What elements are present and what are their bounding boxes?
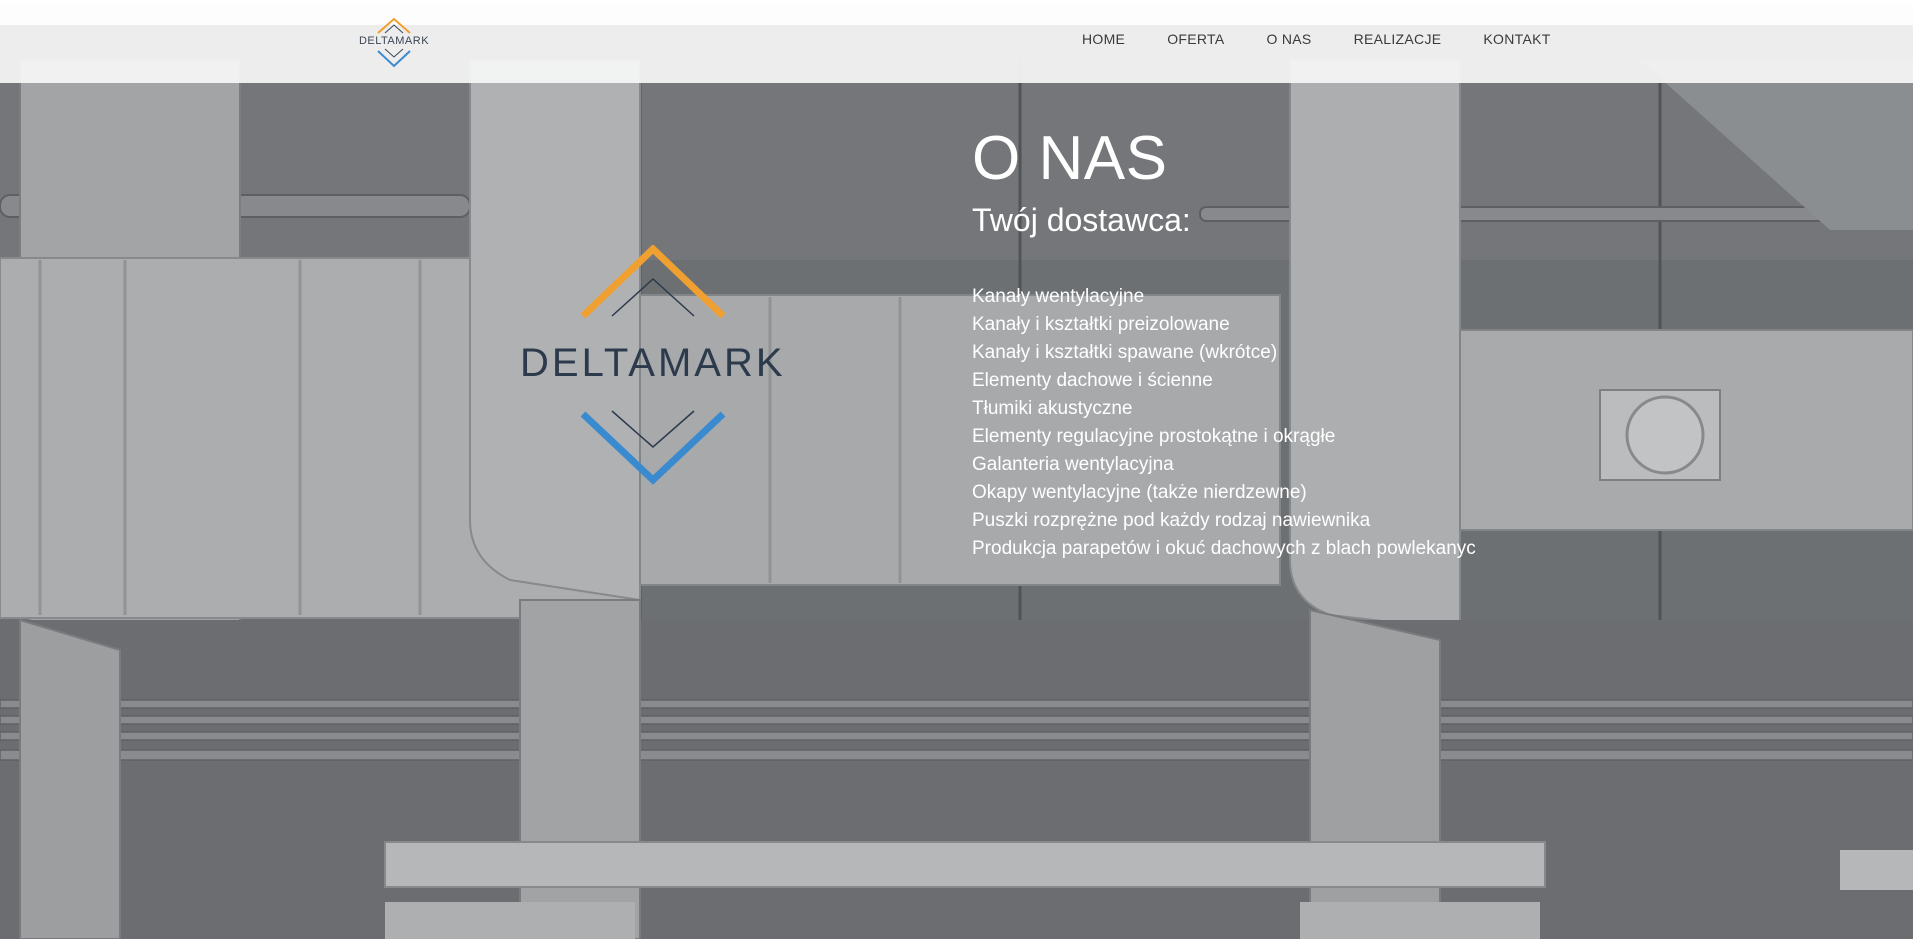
list-item: Kanały i kształtki spawane (wkrótce) — [972, 342, 1278, 363]
background-ducts-image — [0, 0, 1913, 939]
list-item: Kanały i kształtki preizolowane — [972, 314, 1230, 335]
logo-blue-chevron-icon — [377, 48, 411, 68]
header-logo-text: DELTAMARK — [358, 35, 430, 47]
nav-item-home[interactable]: HOME — [1082, 31, 1125, 47]
offer-list: Kanały wentylacyjne Kanały i kształtki p… — [972, 283, 1532, 563]
hero-orange-chevron-icon — [580, 245, 726, 319]
main-nav: HOME OFERTA O NAS REALIZACJE KONTAKT — [1082, 31, 1551, 47]
nav-item-o-nas[interactable]: O NAS — [1267, 31, 1312, 47]
ducts-illustration — [0, 0, 1913, 939]
nav-item-realizacje[interactable]: REALIZACJE — [1354, 31, 1442, 47]
page-subtitle: Twój dostawca: — [972, 202, 1191, 238]
nav-item-kontakt[interactable]: KONTAKT — [1483, 31, 1550, 47]
list-item: Elementy regulacyjne prostokątne i okrąg… — [972, 426, 1336, 447]
nav-item-oferta[interactable]: OFERTA — [1167, 31, 1224, 47]
header-logo-link[interactable]: DELTAMARK — [356, 10, 432, 76]
site-header: DELTAMARK HOME OFERTA O NAS REALIZACJE K… — [0, 3, 1913, 83]
list-item: Kanały wentylacyjne — [972, 286, 1145, 307]
list-item: Tłumiki akustyczne — [972, 398, 1133, 419]
list-item: Elementy dachowe i ścienne — [972, 370, 1213, 391]
list-item: Galanteria wentylacyjna — [972, 454, 1174, 475]
logo-orange-chevron-icon — [377, 18, 411, 34]
page-title: O NAS — [972, 124, 1168, 193]
list-item: Puszki rozprężne pod każdy rodzaj nawiew… — [972, 510, 1371, 531]
list-item: Produkcja parapetów i okuć dachowych z b… — [972, 538, 1476, 559]
about-section: O NAS Twój dostawca: Kanały wentylacyjne… — [972, 118, 1532, 563]
hero-logo-text: DELTAMARK — [520, 341, 786, 385]
list-item: Okapy wentylacyjne (także nierdzewne) — [972, 482, 1307, 503]
hero-blue-chevron-icon — [580, 410, 726, 485]
hero-logo: DELTAMARK — [520, 245, 785, 485]
